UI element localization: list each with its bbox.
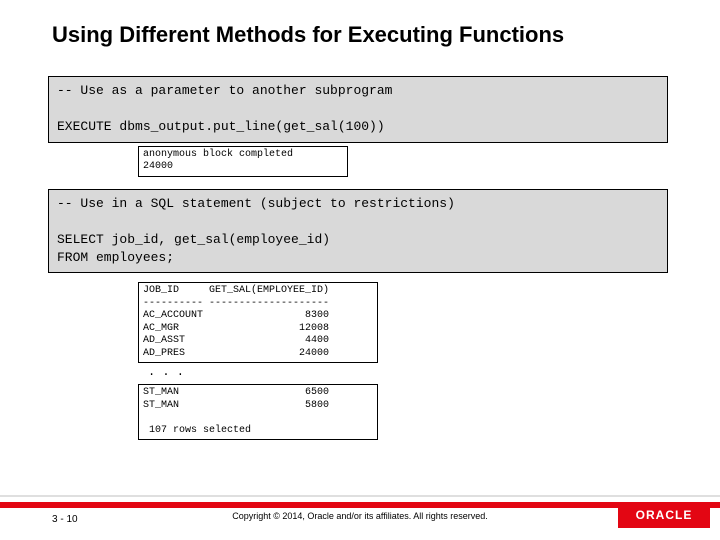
oracle-logo-text: ORACLE — [636, 508, 693, 522]
slide-footer: 3 - 10 Copyright © 2014, Oracle and/or i… — [0, 502, 720, 540]
oracle-logo: ORACLE — [618, 502, 710, 528]
code-block-parameter-usage: -- Use as a parameter to another subprog… — [48, 76, 668, 143]
copyright-text: Copyright © 2014, Oracle and/or its affi… — [0, 508, 720, 522]
slide-content: -- Use as a parameter to another subprog… — [0, 48, 720, 440]
output-block-query-top: JOB_ID GET_SAL(EMPLOYEE_ID) ---------- -… — [138, 282, 378, 363]
output-block-query-bottom: ST_MAN 6500 ST_MAN 5800 107 rows selecte… — [138, 384, 378, 440]
output-block-anonymous: anonymous block completed 24000 — [138, 146, 348, 177]
slide-title: Using Different Methods for Executing Fu… — [0, 0, 720, 48]
code-block-sql-usage: -- Use in a SQL statement (subject to re… — [48, 189, 668, 274]
output-ellipsis: . . . — [148, 363, 680, 381]
separator-line — [0, 495, 720, 497]
